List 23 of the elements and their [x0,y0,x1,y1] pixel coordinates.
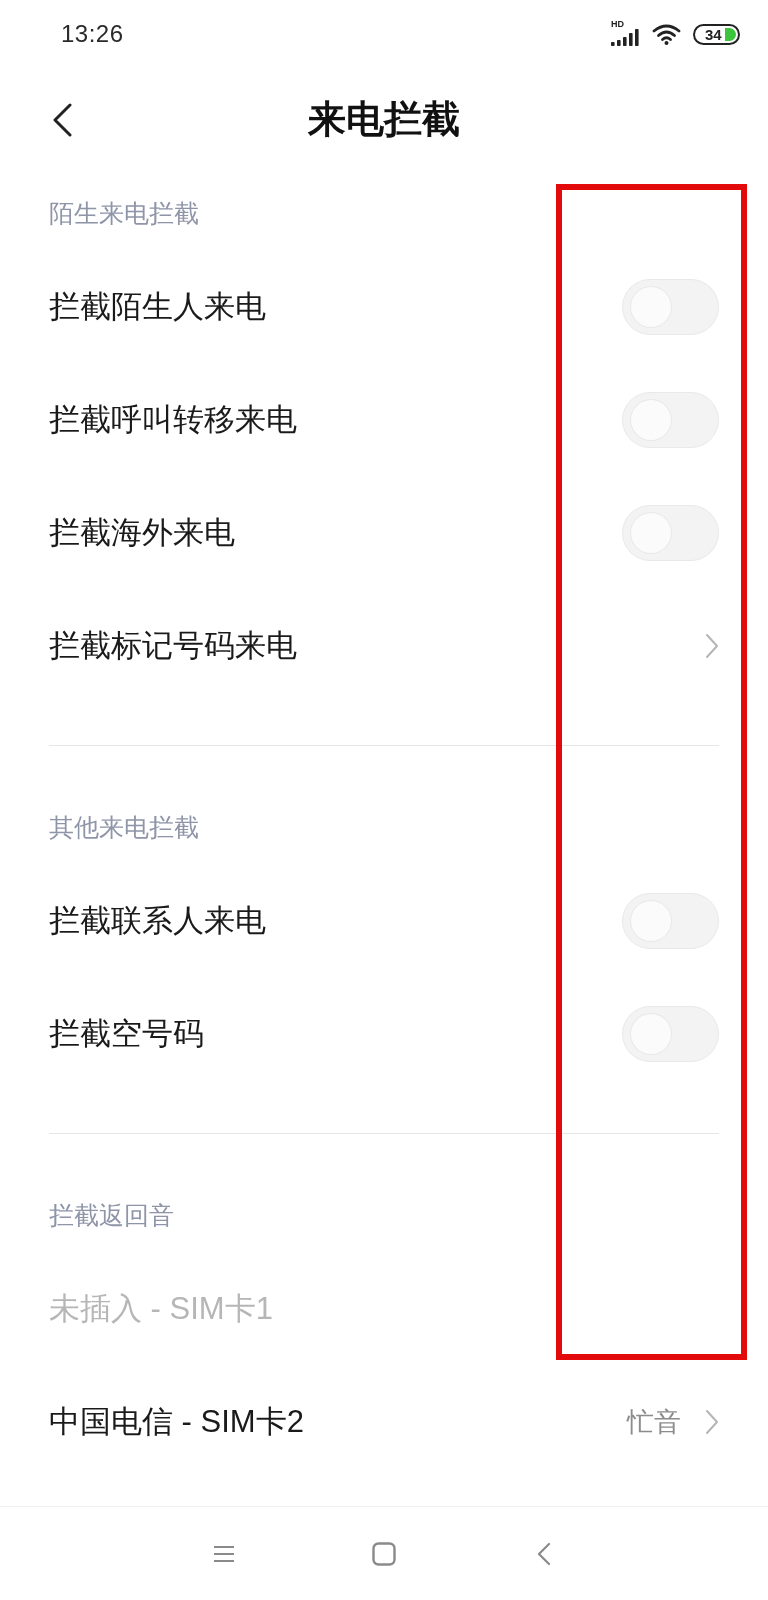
setting-label: 拦截呼叫转移来电 [49,400,298,439]
setting-value: 忙音 [627,1405,681,1439]
setting-label: 拦截陌生人来电 [49,287,267,326]
chevron-right-icon [705,1408,719,1435]
section-heading: 陌生来电拦截 [49,198,200,228]
menu-icon[interactable] [213,1544,235,1563]
section-heading: 拦截返回音 [49,1200,175,1230]
signal-icon [611,29,640,46]
setting-label: 未插入 - SIM卡1 [49,1289,274,1328]
back-icon[interactable] [52,103,72,137]
setting-label[interactable]: 中国电信 - SIM卡2 [49,1400,603,1443]
clock-time: 13:26 [61,20,125,48]
section-heading: 其他来电拦截 [49,812,200,842]
setting-label[interactable]: 拦截标记号码来电 [49,624,681,667]
setting-label: 拦截联系人来电 [49,901,267,940]
setting-label: 拦截空号码 [49,1014,205,1053]
page-title: 来电拦截 [308,97,460,143]
wifi-icon [652,23,681,45]
chevron-right-icon [705,632,719,659]
setting-label: 拦截海外来电 [49,513,236,552]
battery-indicator: 34 [693,23,740,45]
network-type-label: HD [611,20,624,29]
home-icon[interactable] [372,1541,396,1566]
